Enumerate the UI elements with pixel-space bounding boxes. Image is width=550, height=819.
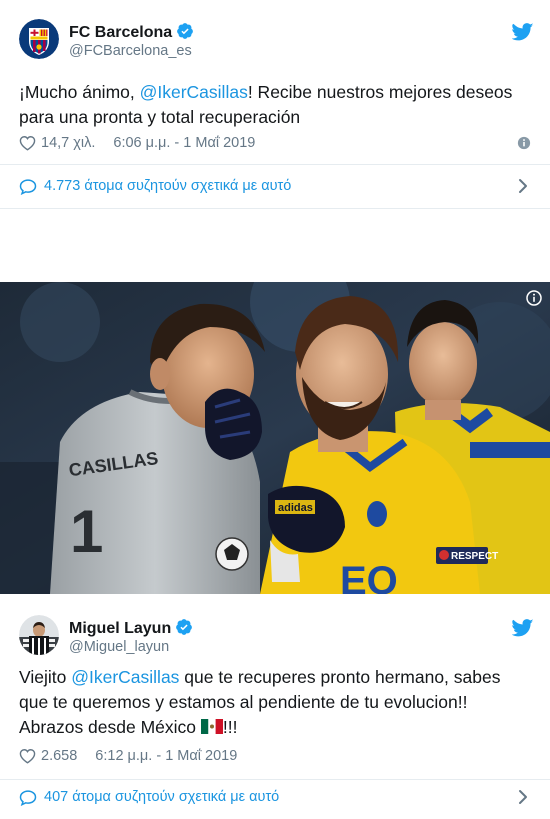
tweet-header: FC Barcelona @FCBarcelona_es: [19, 19, 534, 63]
timestamp[interactable]: 6:06 μ.μ. - 1 Μαΐ 2019: [113, 135, 255, 151]
jersey-number: 1: [70, 498, 103, 565]
chevron-right-icon: [519, 790, 527, 804]
reply-bubble-icon: [19, 178, 37, 195]
divider: [0, 164, 550, 165]
author-name-text: Miguel Layun: [69, 620, 172, 637]
conversation-label: 4.773 άτομα συζητούν σχετικά με αυτό: [44, 178, 292, 194]
info-icon[interactable]: [526, 290, 542, 306]
avatar[interactable]: [19, 615, 59, 655]
author-name[interactable]: Miguel Layun: [69, 618, 193, 638]
tweet-text-part: Viejito: [19, 667, 72, 687]
author-handle[interactable]: @Miguel_layun: [69, 639, 169, 655]
verified-icon: [176, 619, 193, 635]
tweet-meta: 14,7 χιλ. 6:06 μ.μ. - 1 Μαΐ 2019: [19, 133, 255, 153]
tweet-fcbarcelona: FC Barcelona @FCBarcelona_es ¡Mucho ánim…: [0, 0, 550, 209]
barca-crest-icon: [19, 19, 59, 59]
chevron-right-icon: [519, 179, 527, 193]
info-icon[interactable]: [517, 136, 531, 150]
glove-brand: adidas: [278, 502, 313, 514]
conversation-label: 407 άτομα συζητούν σχετικά με αυτό: [44, 789, 280, 805]
verified-icon: [177, 23, 194, 39]
players-photo: CASILLAS 1 RESPECT EO adidas: [0, 282, 550, 594]
heart-icon[interactable]: [19, 135, 36, 151]
like-count[interactable]: 2.658: [41, 748, 77, 764]
mention-link[interactable]: @IkerCasillas: [71, 667, 179, 687]
author-handle[interactable]: @FCBarcelona_es: [69, 43, 192, 59]
mention-link[interactable]: @IkerCasillas: [140, 82, 248, 102]
tweet-meta: 2.658 6:12 μ.μ. - 1 Μαΐ 2019: [19, 746, 237, 766]
embedded-photo[interactable]: CASILLAS 1 RESPECT EO adidas: [0, 282, 550, 594]
conversation-link[interactable]: 407 άτομα συζητούν σχετικά με αυτό: [19, 785, 534, 809]
mexico-flag-icon: [200, 719, 223, 734]
tweet-text-part: ¡Mucho ánimo,: [19, 82, 140, 102]
tweet-miguel-layun: Miguel Layun @Miguel_layun Viejito @Iker…: [0, 596, 550, 819]
profile-photo-icon: [19, 615, 59, 655]
reply-bubble-icon: [19, 789, 37, 806]
heart-icon[interactable]: [19, 748, 36, 764]
like-count[interactable]: 14,7 χιλ.: [41, 135, 95, 151]
shirt-sponsor: EO: [340, 559, 398, 594]
twitter-bird-icon[interactable]: [512, 23, 534, 41]
tweet-text: Viejito @IkerCasillas que te recuperes p…: [19, 665, 534, 740]
avatar[interactable]: [19, 19, 59, 59]
divider: [0, 779, 550, 780]
timestamp[interactable]: 6:12 μ.μ. - 1 Μαΐ 2019: [95, 748, 237, 764]
tweet-text: ¡Mucho ánimo, @IkerCasillas! Recibe nues…: [19, 80, 534, 130]
tweet-text-part: !!!: [222, 717, 238, 737]
conversation-link[interactable]: 4.773 άτομα συζητούν σχετικά με αυτό: [19, 174, 534, 198]
tweet-header: Miguel Layun @Miguel_layun: [19, 615, 534, 659]
author-name-text: FC Barcelona: [69, 24, 173, 41]
twitter-bird-icon[interactable]: [512, 619, 534, 637]
author-name[interactable]: FC Barcelona: [69, 22, 194, 42]
respect-badge: RESPECT: [451, 551, 498, 562]
